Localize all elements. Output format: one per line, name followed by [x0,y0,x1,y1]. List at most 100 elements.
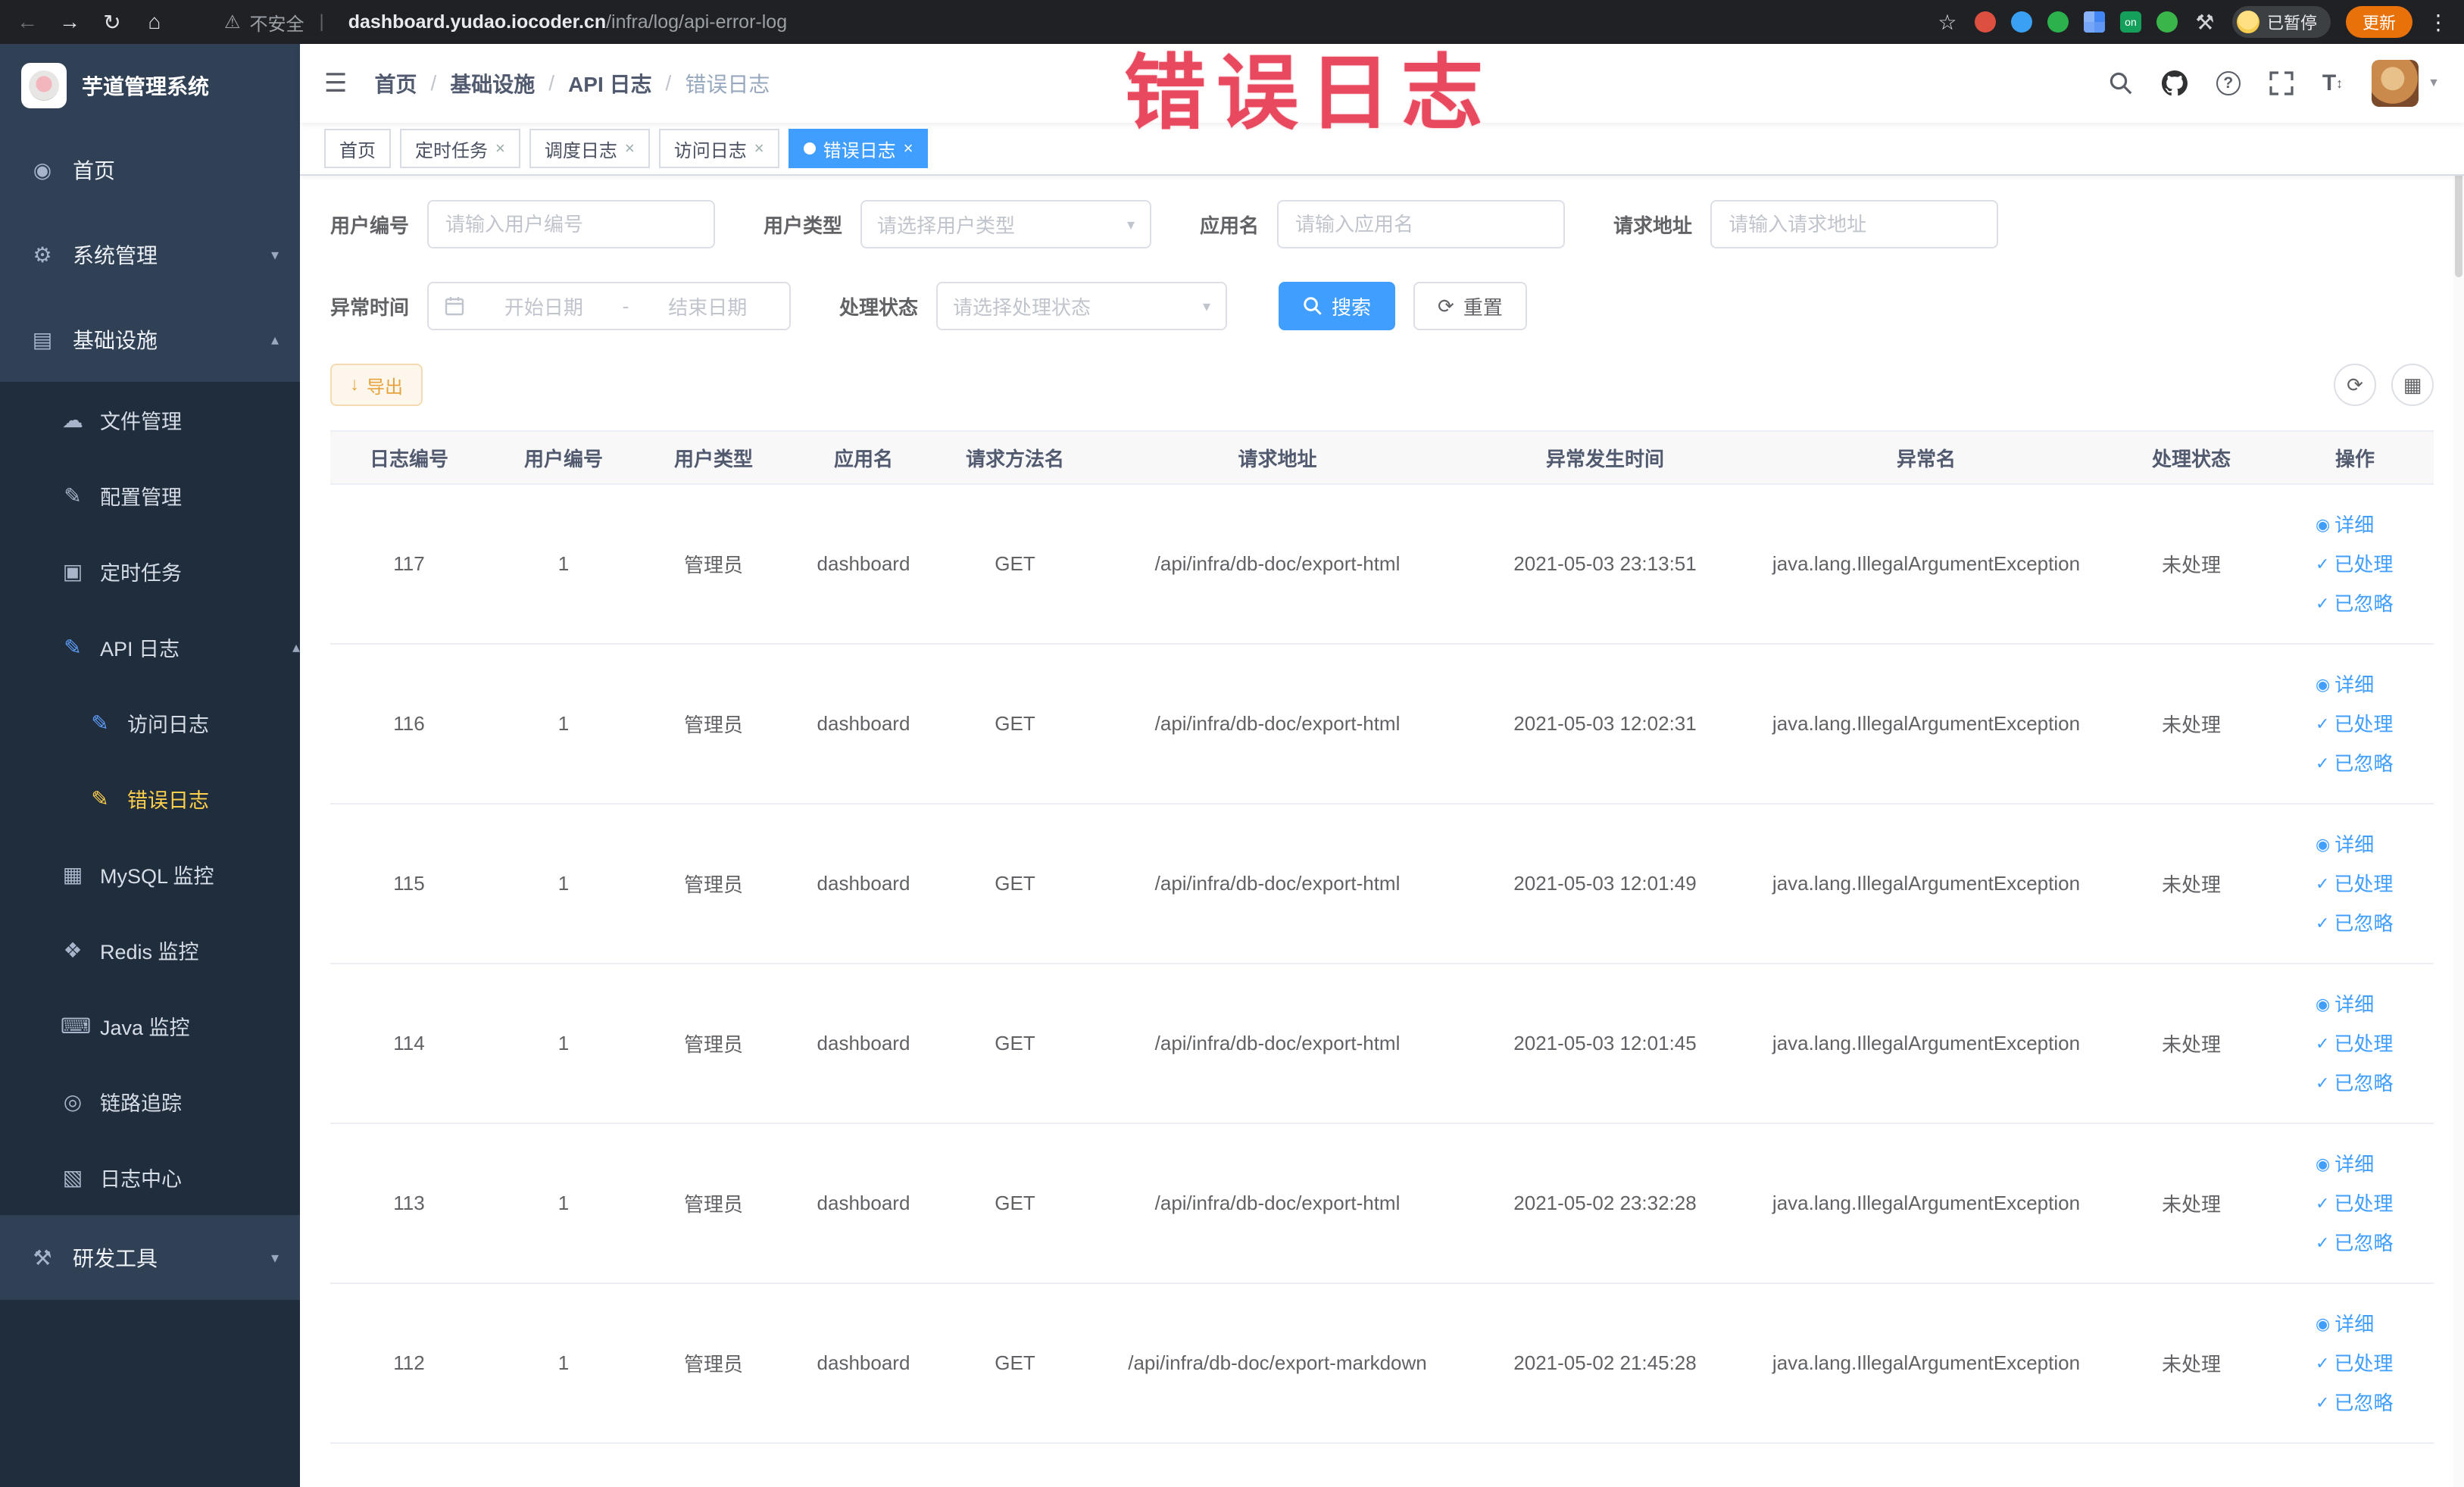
reset-button[interactable]: ⟳ 重置 [1413,282,1527,330]
search-button[interactable]: 搜索 [1279,282,1396,330]
request-url-input[interactable] [1710,200,1999,248]
action-detail[interactable]: ◉ 详细 [2316,827,2374,862]
refresh-icon[interactable]: ⟳ [2334,364,2376,406]
browser-back-icon[interactable]: ← [15,10,39,34]
browser-forward-icon[interactable]: → [58,10,82,34]
sidebar-item-job[interactable]: ▣ 定时任务 [0,533,300,609]
close-icon[interactable]: × [625,139,635,158]
extension-icon[interactable] [1974,11,1996,33]
sidebar-item-mysql[interactable]: ▦ MySQL 监控 [0,836,300,912]
action-ignored[interactable]: ✓ 已忽略 [2316,746,2393,781]
sidebar-item-redis[interactable]: ❖ Redis 监控 [0,912,300,988]
action-detail[interactable]: ◉ 详细 [2316,667,2374,702]
log-icon: ✎ [91,711,109,735]
user-menu[interactable]: ▼ [2372,60,2440,107]
tab-home[interactable]: 首页 [324,129,391,168]
tab-job[interactable]: 定时任务 × [400,129,520,168]
action-processed[interactable]: ✓ 已处理 [2316,707,2393,742]
url-path: /infra/log/api-error-log [606,11,788,33]
close-icon[interactable]: × [904,139,913,158]
extension-icon[interactable] [2047,11,2069,33]
action-ignored[interactable]: ✓ 已忽略 [2316,906,2393,941]
browser-update-button[interactable]: 更新 [2345,6,2412,38]
tab-label: 访问日志 [673,140,747,161]
url-separator: | [319,11,324,32]
action-detail[interactable]: ◉ 详细 [2316,987,2374,1022]
breadcrumb-item[interactable]: 基础设施 [450,68,535,98]
sidebar-item-access-log[interactable]: ✎ 访问日志 [0,685,300,761]
bookmark-star-icon[interactable]: ☆ [1935,10,1960,35]
sidebar-item-system[interactable]: ⚙ 系统管理 ▾ [0,212,300,297]
action-detail[interactable]: ◉ 详细 [2316,1147,2374,1182]
sidebar-item-log-center[interactable]: ▧ 日志中心 [0,1139,300,1215]
profile-chip[interactable]: 已暂停 [2231,6,2331,38]
sidebar-item-trace[interactable]: ◎ 链路追踪 [0,1064,300,1139]
tab-error-log[interactable]: 错误日志 × [788,129,929,168]
sidebar-item-java[interactable]: ⌨ Java 监控 [0,988,300,1064]
user-id-input[interactable] [427,200,716,248]
cell-url: /api/infra/db-doc/export-html [1154,712,1401,735]
extension-icon[interactable] [2083,11,2105,33]
sidebar-item-config[interactable]: ✎ 配置管理 [0,458,300,533]
sidebar-item-infra[interactable]: ▤ 基础设施 ▴ [0,297,300,382]
tab-job-log[interactable]: 调度日志 × [529,129,650,168]
address-bar[interactable]: dashboard.yudao.iocoder.cn/infra/log/api… [348,11,787,33]
browser-menu-icon[interactable]: ⋮ [2428,10,2449,35]
extension-icon[interactable] [2156,11,2178,33]
process-status-select[interactable]: 请选择处理状态 ▾ [936,282,1228,330]
github-icon[interactable] [2161,70,2188,96]
tab-access-log[interactable]: 访问日志 × [658,129,779,168]
page-scrollbar[interactable] [2453,44,2464,1487]
action-processed[interactable]: ✓ 已处理 [2316,1026,2393,1061]
extension-tool-icon[interactable]: ⚒ [2193,10,2217,35]
action-ignored[interactable]: ✓ 已忽略 [2316,1066,2393,1101]
action-processed[interactable]: ✓ 已处理 [2316,1186,2393,1221]
hamburger-icon[interactable]: ☰ [324,68,347,98]
action-ignored[interactable]: ✓ 已忽略 [2316,1385,2393,1420]
action-ignored[interactable]: ✓ 已忽略 [2316,586,2393,621]
search-icon[interactable] [2109,71,2133,95]
action-processed[interactable]: ✓ 已处理 [2316,1346,2393,1381]
sidebar-item-home[interactable]: ◉ 首页 [0,127,300,212]
exception-time-range-picker[interactable]: 开始日期 - 结束日期 [427,282,792,330]
action-detail[interactable]: ◉ 详细 [2316,508,2374,542]
site-security-chip[interactable]: ⚠ 不安全 | [224,9,330,36]
action-processed[interactable]: ✓ 已处理 [2316,547,2393,582]
extension-icon[interactable]: on [2119,11,2141,33]
cell-user_id: 1 [557,552,570,575]
fullscreen-icon[interactable] [2269,71,2294,95]
breadcrumb-item[interactable]: 首页 [374,68,417,98]
eye-icon: ◉ [2316,1314,2331,1333]
action-detail[interactable]: ◉ 详细 [2316,1307,2374,1342]
tab-label: 调度日志 [544,140,617,161]
help-icon[interactable]: ? [2216,71,2241,95]
cell-method: GET [995,552,1035,575]
browser-home-icon[interactable]: ⌂ [142,10,167,34]
cell-exception: java.lang.IllegalArgumentException [1772,872,2081,895]
action-ignored[interactable]: ✓ 已忽略 [2316,1226,2393,1261]
sidebar-item-api-log[interactable]: ✎ API 日志 ▴ [0,609,300,685]
sidebar-item-label: 链路追踪 [100,1092,182,1115]
user-type-select[interactable]: 请选择用户类型 ▾ [860,200,1152,248]
cell-time: 2021-05-02 23:32:28 [1513,1192,1697,1214]
cell-time: 2021-05-03 12:01:45 [1513,1032,1697,1054]
extension-icon[interactable] [2010,11,2032,33]
breadcrumb-item[interactable]: API 日志 [568,68,651,98]
sidebar-item-dev-tools[interactable]: ⚒ 研发工具 ▾ [0,1215,300,1300]
sidebar-item-file[interactable]: ☁ 文件管理 [0,382,300,458]
app-logo[interactable]: 芋道管理系统 [0,44,300,127]
export-button[interactable]: ↓ 导出 [330,364,423,406]
sidebar-submenu-infra: ☁ 文件管理 ✎ 配置管理 ▣ 定时任务 ✎ API 日志 ▴ ✎ 访问日志 ✎… [0,382,300,1215]
close-icon[interactable]: × [754,139,764,158]
cell-url: /api/infra/db-doc/export-html [1154,552,1401,575]
browser-reload-icon[interactable]: ↻ [100,10,124,35]
user-id-label: 用户编号 [330,214,410,237]
font-size-icon[interactable]: T ↕ [2322,70,2343,96]
close-icon[interactable]: × [495,139,505,158]
app-name-input[interactable] [1277,200,1566,248]
sidebar-item-error-log[interactable]: ✎ 错误日志 [0,761,300,836]
column-settings-icon[interactable]: ▦ [2391,364,2434,406]
column-header: 用户类型 [673,447,753,470]
action-processed[interactable]: ✓ 已处理 [2316,867,2393,901]
export-label: 导出 [367,376,403,398]
